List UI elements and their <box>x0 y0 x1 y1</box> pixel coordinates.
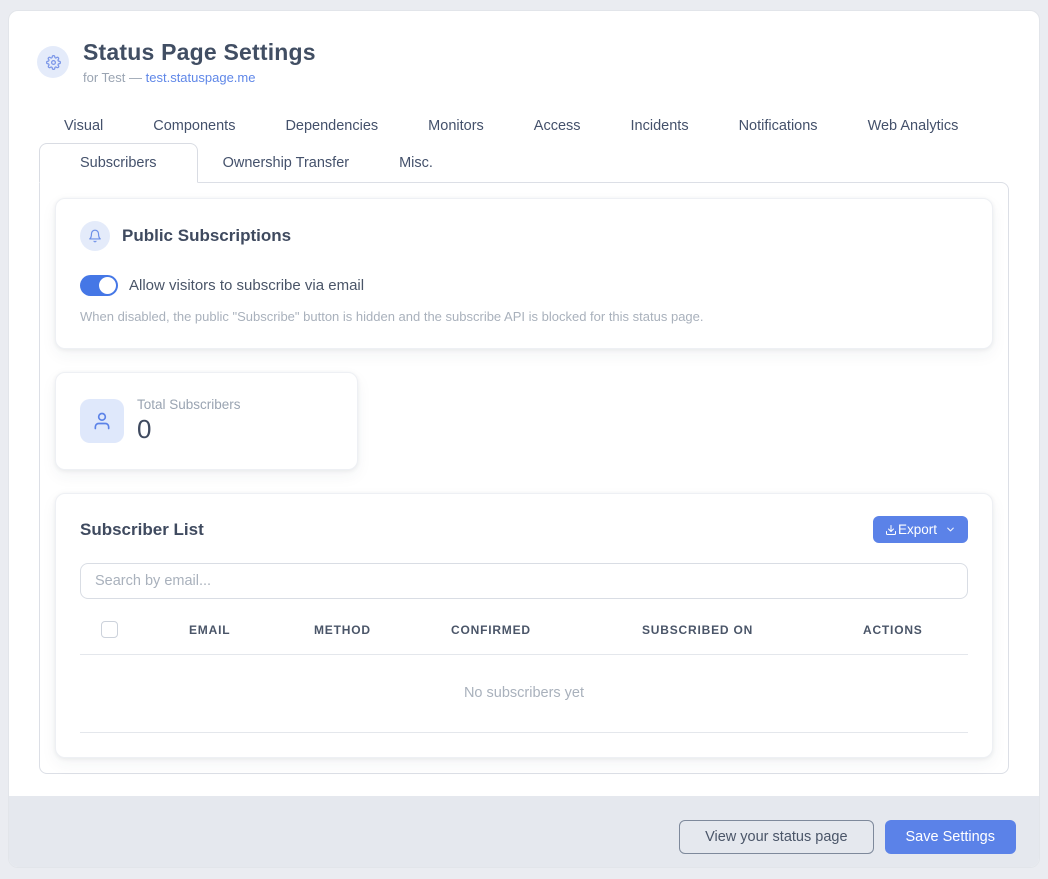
bell-icon <box>80 221 110 251</box>
subscriber-list-title: Subscriber List <box>80 520 204 540</box>
page-subtitle: for Test — test.statuspage.me <box>83 70 316 85</box>
status-page-link[interactable]: test.statuspage.me <box>146 70 256 85</box>
chevron-down-icon <box>945 524 956 535</box>
total-subscribers-label: Total Subscribers <box>137 397 241 412</box>
empty-state-message: No subscribers yet <box>80 655 968 733</box>
toggle-label: Allow visitors to subscribe via email <box>129 277 364 294</box>
status-page-settings-card: Status Page Settings for Test — test.sta… <box>8 10 1040 868</box>
toggle-knob <box>99 277 116 294</box>
gear-icon <box>37 46 69 78</box>
subtitle-prefix: for Test — <box>83 70 146 85</box>
column-header-method: METHOD <box>314 623 451 637</box>
tab-notifications[interactable]: Notifications <box>714 109 843 143</box>
subscribe-toggle-row: Allow visitors to subscribe via email <box>80 275 968 296</box>
save-settings-button[interactable]: Save Settings <box>885 820 1016 854</box>
subscribe-help-text: When disabled, the public "Subscribe" bu… <box>80 309 968 324</box>
page-footer: View your status page Save Settings <box>9 796 1039 868</box>
tab-row-1: Visual Components Dependencies Monitors … <box>39 109 1009 143</box>
tab-incidents[interactable]: Incidents <box>606 109 714 143</box>
select-all-checkbox[interactable] <box>101 621 118 638</box>
page-header: Status Page Settings for Test — test.sta… <box>9 11 1039 85</box>
tab-ownership-transfer[interactable]: Ownership Transfer <box>198 143 375 183</box>
tab-web-analytics[interactable]: Web Analytics <box>843 109 984 143</box>
total-subscribers-card: Total Subscribers 0 <box>55 372 358 470</box>
page-title: Status Page Settings <box>83 39 316 66</box>
view-status-page-button[interactable]: View your status page <box>679 820 873 854</box>
column-header-email: EMAIL <box>189 623 314 637</box>
subscriber-list-header: Subscriber List Export <box>80 516 968 543</box>
column-header-actions: ACTIONS <box>863 623 968 637</box>
select-all-cell <box>80 621 189 638</box>
page-title-block: Status Page Settings for Test — test.sta… <box>83 39 316 85</box>
export-button[interactable]: Export <box>873 516 968 543</box>
public-subscriptions-title: Public Subscriptions <box>122 226 291 246</box>
table-header-row: EMAIL METHOD CONFIRMED SUBSCRIBED ON ACT… <box>80 621 968 655</box>
stat-text-block: Total Subscribers 0 <box>137 397 241 445</box>
allow-subscribe-toggle[interactable] <box>80 275 118 296</box>
tab-visual[interactable]: Visual <box>39 109 128 143</box>
search-input[interactable] <box>80 563 968 599</box>
column-header-confirmed: CONFIRMED <box>451 623 642 637</box>
tab-misc[interactable]: Misc. <box>374 143 458 183</box>
tab-subscribers[interactable]: Subscribers <box>39 143 198 183</box>
download-icon <box>885 524 897 536</box>
tab-components[interactable]: Components <box>128 109 260 143</box>
subscriber-table: EMAIL METHOD CONFIRMED SUBSCRIBED ON ACT… <box>80 621 968 733</box>
total-subscribers-value: 0 <box>137 414 241 445</box>
tab-monitors[interactable]: Monitors <box>403 109 509 143</box>
settings-tabs: Visual Components Dependencies Monitors … <box>39 109 1009 182</box>
export-button-label: Export <box>898 522 937 537</box>
tab-row-2: Subscribers Ownership Transfer Misc. <box>39 143 1009 183</box>
tab-dependencies[interactable]: Dependencies <box>260 109 403 143</box>
public-subscriptions-card: Public Subscriptions Allow visitors to s… <box>55 198 993 349</box>
tab-access[interactable]: Access <box>509 109 606 143</box>
column-header-subscribed-on: SUBSCRIBED ON <box>642 623 863 637</box>
subscribers-tab-panel: Public Subscriptions Allow visitors to s… <box>39 182 1009 774</box>
public-subscriptions-header: Public Subscriptions <box>80 221 968 251</box>
user-icon <box>80 399 124 443</box>
subscriber-list-card: Subscriber List Export <box>55 493 993 758</box>
